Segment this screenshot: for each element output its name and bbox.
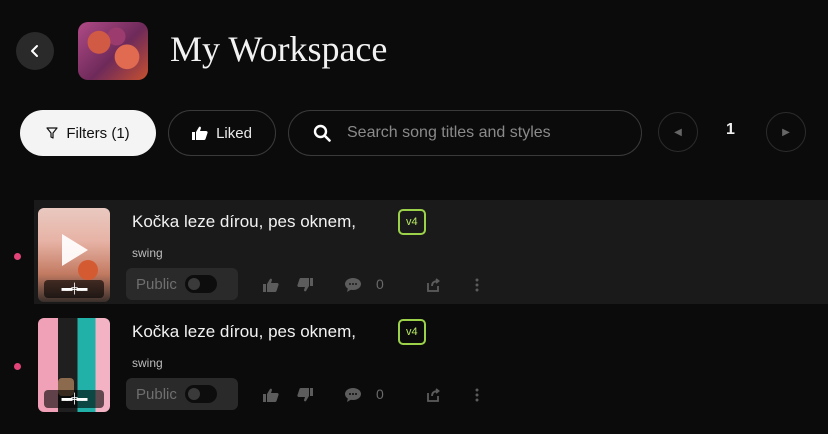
comments-button[interactable] xyxy=(344,276,362,294)
song-row[interactable]: ▬▬╪▬▬ Kočka leze dírou, pes oknem, v4 sw… xyxy=(34,310,828,414)
dislike-button[interactable] xyxy=(296,276,314,294)
thumbs-down-icon xyxy=(297,388,313,402)
switch-knob xyxy=(187,278,200,290)
public-label: Public xyxy=(136,385,177,403)
song-style: swing xyxy=(132,356,163,370)
filters-button[interactable]: Filters (1) xyxy=(20,110,156,156)
switch-knob xyxy=(187,388,200,400)
song-style: swing xyxy=(132,246,163,260)
song-cover[interactable]: ▬▬╪▬▬ xyxy=(38,318,110,412)
song-cover[interactable]: ▬▬╪▬▬ xyxy=(38,208,110,302)
triangle-left-icon: ◀ xyxy=(674,126,682,138)
public-label: Public xyxy=(136,275,177,293)
more-options-button[interactable] xyxy=(468,276,486,294)
like-button[interactable] xyxy=(262,276,280,294)
song-title[interactable]: Kočka leze dírou, pes oknem, xyxy=(132,322,356,342)
visibility-switch[interactable] xyxy=(184,275,217,293)
comment-count: 0 xyxy=(376,276,384,292)
waveform-icon: ▬▬╪▬▬ xyxy=(44,390,104,408)
page-number: 1 xyxy=(726,121,735,138)
thumbs-up-icon xyxy=(263,388,279,402)
thumbs-up-icon xyxy=(192,126,208,140)
dislike-button[interactable] xyxy=(296,386,314,404)
comment-icon xyxy=(345,278,361,292)
workspace-avatar xyxy=(78,22,148,80)
song-title[interactable]: Kočka leze dírou, pes oknem, xyxy=(132,212,356,232)
like-button[interactable] xyxy=(262,386,280,404)
unread-indicator xyxy=(14,363,21,370)
more-vertical-icon xyxy=(475,388,479,402)
version-badge: v4 xyxy=(398,209,426,235)
more-options-button[interactable] xyxy=(468,386,486,404)
cover-figure xyxy=(78,260,98,280)
triangle-right-icon: ▶ xyxy=(782,126,790,138)
liked-label: Liked xyxy=(216,124,252,142)
comments-button[interactable] xyxy=(344,386,362,404)
more-vertical-icon xyxy=(475,278,479,292)
share-icon xyxy=(427,278,440,292)
next-page-button[interactable]: ▶ xyxy=(766,112,806,152)
back-button[interactable] xyxy=(16,32,54,70)
comment-icon xyxy=(345,388,361,402)
public-toggle[interactable]: Public xyxy=(126,268,238,300)
search-box[interactable] xyxy=(288,110,642,156)
share-button[interactable] xyxy=(424,386,442,404)
thumbs-up-icon xyxy=(263,278,279,292)
song-row[interactable]: ▬▬╪▬▬ Kočka leze dírou, pes oknem, v4 sw… xyxy=(34,200,828,304)
public-toggle[interactable]: Public xyxy=(126,378,238,410)
waveform-icon: ▬▬╪▬▬ xyxy=(44,280,104,298)
version-badge: v4 xyxy=(398,319,426,345)
visibility-switch[interactable] xyxy=(184,385,217,403)
share-icon xyxy=(427,388,440,402)
unread-indicator xyxy=(14,253,21,260)
search-icon xyxy=(313,124,331,142)
filters-label: Filters (1) xyxy=(66,124,130,142)
search-input[interactable] xyxy=(345,123,629,143)
filter-icon xyxy=(46,127,58,139)
share-button[interactable] xyxy=(424,276,442,294)
liked-filter-button[interactable]: Liked xyxy=(168,110,276,156)
prev-page-button[interactable]: ◀ xyxy=(658,112,698,152)
comment-count: 0 xyxy=(376,386,384,402)
thumbs-down-icon xyxy=(297,278,313,292)
chevron-left-icon xyxy=(31,45,38,57)
page-title: My Workspace xyxy=(170,29,388,69)
